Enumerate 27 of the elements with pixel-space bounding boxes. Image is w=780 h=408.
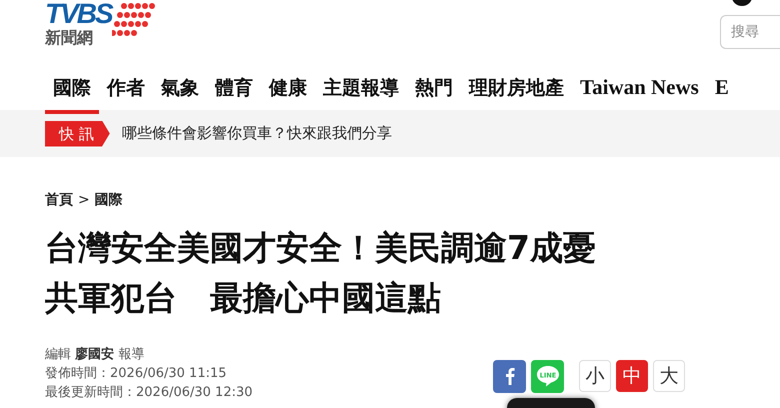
headline: 台灣安全美國才安全！美民調逾7成憂	[45, 227, 597, 269]
nav-tab[interactable]: 健康	[261, 62, 315, 114]
font-size-button[interactable]: 中	[616, 360, 648, 392]
font-size-button[interactable]: 小	[579, 360, 611, 392]
nav-tab[interactable]: E	[706, 62, 737, 114]
nav-tab[interactable]: 主題報導	[315, 62, 407, 114]
breadcrumb-link[interactable]: 國際	[94, 191, 123, 209]
breadcrumb-separator: >	[78, 192, 90, 208]
nav-tab[interactable]: 理財房地產	[461, 62, 572, 114]
update-time: 最後更新時間：2026/06/30 12:30	[45, 384, 253, 402]
logo-subtitle: 新聞網	[45, 28, 94, 48]
nav-tab[interactable]: 熱門	[407, 62, 461, 114]
font-size-button[interactable]: 大	[653, 360, 685, 392]
breaking-news-badge: 快 訊	[45, 120, 110, 146]
publish-time: 發佈時間：2026/06/30 11:15	[45, 365, 228, 383]
breadcrumb-link[interactable]: 首頁	[45, 191, 73, 209]
logo-wordmark: TVBS	[45, 0, 112, 28]
ticker-headline[interactable]: 哪些條件會影響你買車？快來跟我們分享	[122, 124, 392, 143]
byline: 編輯 廖國安 報導	[45, 346, 146, 364]
nav-tab[interactable]: 體育	[207, 62, 261, 114]
nav-tab[interactable]: 氣象	[153, 62, 207, 114]
nav-tab[interactable]: Taiwan News	[572, 62, 707, 114]
nav-tab[interactable]: 作者	[99, 62, 153, 114]
facebook-share-button[interactable]	[493, 360, 526, 392]
search-field[interactable]: 搜尋	[720, 15, 780, 49]
facebook-icon	[504, 367, 514, 385]
headline: 共軍犯台 最擔心中國這點	[45, 277, 442, 319]
